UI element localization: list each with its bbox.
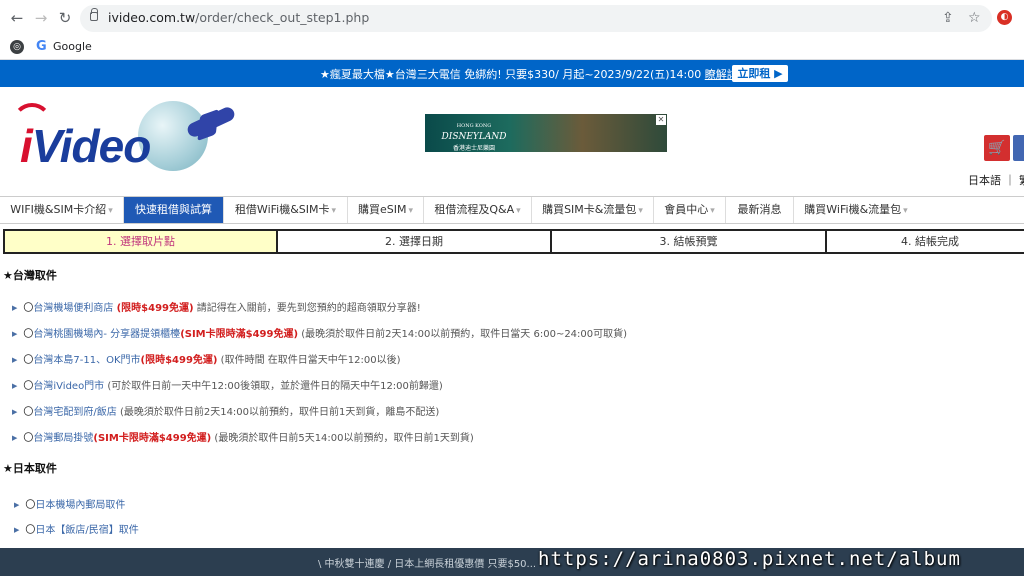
bookmarks-bar: ◎ G Google	[0, 36, 1024, 60]
radio-button[interactable]: 〇	[25, 500, 35, 511]
reload-icon[interactable]: ↻	[56, 9, 74, 27]
japan-section-title: ★日本取件	[3, 462, 57, 475]
globe-icon[interactable]: ◎	[10, 40, 24, 54]
pickup-option[interactable]: ▶ 〇日本機場內郵局取件	[14, 496, 125, 511]
pickup-option[interactable]: ▶ 〇台灣本島7-11、OK門市(限時$499免運) (取件時間 在取件日當天中午…	[12, 351, 400, 366]
browser-toolbar: ← → ↻ ivideo.com.tw/order/check_out_step…	[0, 0, 1024, 36]
pickup-option[interactable]: ▶ 〇台灣iVideo門市 (可於取件日前一天中午12:00後領取，並於還件日的隔…	[12, 377, 443, 392]
menu-item-news[interactable]: 最新消息	[726, 197, 794, 223]
pickup-option[interactable]: ▶ 〇台灣桃園機場內- 分享器提領櫃檯(SIM卡限時滿$499免運) (最晚須於取…	[12, 325, 627, 340]
pickup-option[interactable]: ▶ 〇台灣宅配到府/飯店 (最晚須於取件日前2天14:00以前預約，取件日前1天到…	[12, 403, 439, 418]
cart-icon[interactable]: 🛒	[984, 135, 1010, 161]
triangle-bullet-icon: ▶	[12, 304, 18, 312]
radio-button[interactable]: 〇	[23, 329, 33, 340]
ad-close-icon[interactable]: ✕	[656, 115, 666, 125]
step-1: 1. 選擇取片點	[3, 229, 278, 254]
radio-button[interactable]: 〇	[23, 303, 33, 314]
triangle-bullet-icon: ▶	[14, 501, 20, 509]
radio-button[interactable]: 〇	[23, 407, 33, 418]
rent-now-button[interactable]: 立即租 ▶	[732, 65, 788, 82]
radio-button[interactable]: 〇	[23, 433, 33, 444]
step-2: 2. 選擇日期	[276, 229, 552, 254]
triangle-bullet-icon: ▶	[12, 330, 18, 338]
menu-item-wifi-intro[interactable]: WIFI機&SIM卡介紹 ▾	[0, 197, 124, 223]
language-switch[interactable]: 日本語 ｜ 繁	[968, 172, 1024, 188]
url-text: ivideo.com.tw/order/check_out_step1.php	[108, 10, 370, 25]
taiwan-section-title: ★台灣取件	[3, 269, 57, 282]
promo-text: ★瘋夏最大檔★台灣三大電信 免綁約! 只要$330/ 月起~2023/9/22(…	[320, 68, 749, 81]
logo-text: iVideo	[20, 120, 151, 172]
triangle-bullet-icon: ▶	[12, 382, 18, 390]
triangle-bullet-icon: ▶	[12, 408, 18, 416]
main-menu: WIFI機&SIM卡介紹 ▾ 快速租借與試算 租借WiFi機&SIM卡 ▾ 購買eS…	[0, 196, 1024, 224]
ivideo-logo[interactable]: iVideo	[8, 97, 238, 177]
pickup-option[interactable]: ▶ 〇台灣機場便利商店 (限時$499免運) 請記得在入關前，要先到您預約的超商領…	[12, 299, 421, 314]
menu-item-quick-rent[interactable]: 快速租借與試算	[124, 197, 224, 223]
pickup-option[interactable]: ▶ 〇台灣郵局掛號(SIM卡限時滿$499免運) (最晚須於取件日前5天14:00…	[12, 429, 474, 444]
pickup-option[interactable]: ▶ 〇日本【飯店/民宿】取件	[14, 521, 139, 536]
disneyland-ad[interactable]: HONG KONG DISNEYLAND 香港迪士尼樂園 ©Disney ✕	[425, 114, 667, 162]
bookmark-google[interactable]: Google	[53, 40, 92, 53]
watermark: https://arina0803.pixnet.net/album	[538, 548, 961, 570]
share-icon[interactable]: ⇪	[942, 10, 954, 26]
google-icon[interactable]: G	[36, 39, 47, 54]
radio-button[interactable]: 〇	[23, 355, 33, 366]
radio-button[interactable]: 〇	[23, 381, 33, 392]
bottom-promo-text: \ 中秋雙十連慶 / 日本上網長租優惠價 只要$50...	[318, 559, 537, 570]
step-3: 3. 結帳預覽	[550, 229, 827, 254]
radio-button[interactable]: 〇	[25, 525, 35, 536]
ad-logo: HONG KONG DISNEYLAND 香港迪士尼樂園 ©Disney	[435, 123, 507, 162]
site-header: iVideo HONG KONG DISNEYLAND 香港迪士尼樂園 ©Dis…	[0, 87, 1024, 194]
menu-item-rent-flow-qa[interactable]: 租借流程及Q&A ▾	[424, 197, 532, 223]
triangle-bullet-icon: ▶	[12, 434, 18, 442]
checkout-steps: 1. 選擇取片點 2. 選擇日期 3. 結帳預覽 4. 結帳完成	[3, 229, 1024, 254]
triangle-bullet-icon: ▶	[14, 526, 20, 534]
menu-item-rent-wifi[interactable]: 租借WiFi機&SIM卡 ▾	[224, 197, 348, 223]
step-4: 4. 結帳完成	[825, 229, 1024, 254]
forward-arrow-icon[interactable]: →	[32, 9, 50, 27]
promo-banner: ★瘋夏最大檔★台灣三大電信 免綁約! 只要$330/ 月起~2023/9/22(…	[0, 60, 1024, 87]
back-arrow-icon[interactable]: ←	[8, 9, 26, 27]
lock-icon[interactable]	[90, 8, 98, 21]
bookmark-star-icon[interactable]: ☆	[968, 10, 981, 26]
triangle-bullet-icon: ▶	[12, 356, 18, 364]
menu-item-buy-sim[interactable]: 購買SIM卡&流量包 ▾	[532, 197, 654, 223]
menu-item-member[interactable]: 會員中心 ▾	[654, 197, 726, 223]
menu-item-buy-esim[interactable]: 購買eSIM ▾	[348, 197, 424, 223]
address-bar[interactable]: ivideo.com.tw/order/check_out_step1.php …	[80, 5, 992, 32]
facebook-icon[interactable]	[1013, 135, 1024, 161]
extension-icon[interactable]: ◐	[997, 10, 1012, 25]
menu-item-buy-wifi[interactable]: 購買WiFi機&流量包 ▾	[794, 197, 918, 223]
